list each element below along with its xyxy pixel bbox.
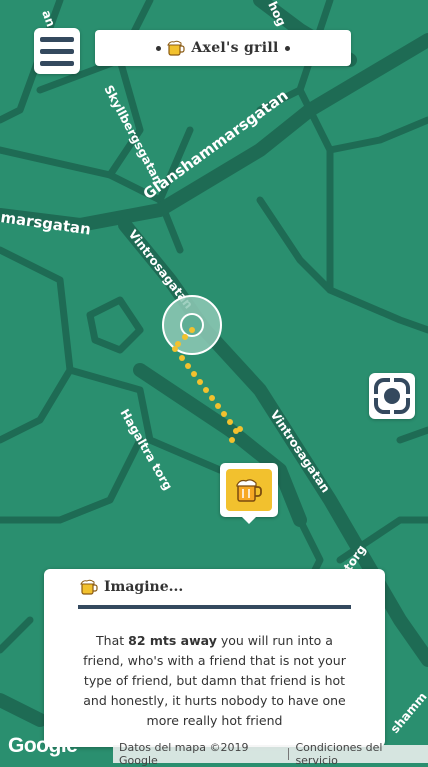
menu-button[interactable] bbox=[34, 28, 80, 74]
card-divider bbox=[78, 605, 351, 609]
beer-mug-icon bbox=[167, 40, 185, 56]
venue-pin-badge bbox=[226, 469, 272, 511]
venue-map-pin[interactable] bbox=[220, 463, 278, 517]
hamburger-line bbox=[40, 36, 74, 42]
venue-title-bar[interactable]: Axel's grill bbox=[95, 30, 351, 66]
card-header: Imagine... bbox=[80, 579, 183, 595]
current-location-marker bbox=[162, 295, 222, 355]
google-logo[interactable]: Google bbox=[8, 734, 78, 758]
attribution-separator bbox=[288, 748, 290, 760]
map-data-credit: Datos del mapa ©2019 Google bbox=[119, 741, 249, 767]
venue-pin-pointer bbox=[240, 515, 258, 524]
distance-highlight: 82 mts away bbox=[128, 633, 217, 648]
card-title: Imagine... bbox=[104, 579, 184, 595]
recenter-location-button[interactable] bbox=[369, 373, 415, 419]
hamburger-line bbox=[40, 48, 74, 54]
title-dot-left bbox=[156, 45, 162, 51]
crosshair-target-icon bbox=[373, 377, 411, 415]
venue-title: Axel's grill bbox=[191, 40, 279, 56]
beer-mug-icon bbox=[80, 579, 98, 595]
map-attribution: Datos del mapa ©2019 Google Condiciones … bbox=[113, 741, 428, 767]
terms-link[interactable]: Condiciones del servicio bbox=[295, 741, 422, 767]
card-message: That 82 mts away you will run into a fri… bbox=[78, 631, 351, 731]
info-card: Imagine... That 82 mts away you will run… bbox=[44, 569, 385, 747]
beer-mug-icon bbox=[236, 479, 262, 502]
hamburger-line bbox=[40, 60, 74, 66]
card-message-pre: That bbox=[96, 633, 129, 648]
title-dot-right bbox=[284, 45, 290, 51]
